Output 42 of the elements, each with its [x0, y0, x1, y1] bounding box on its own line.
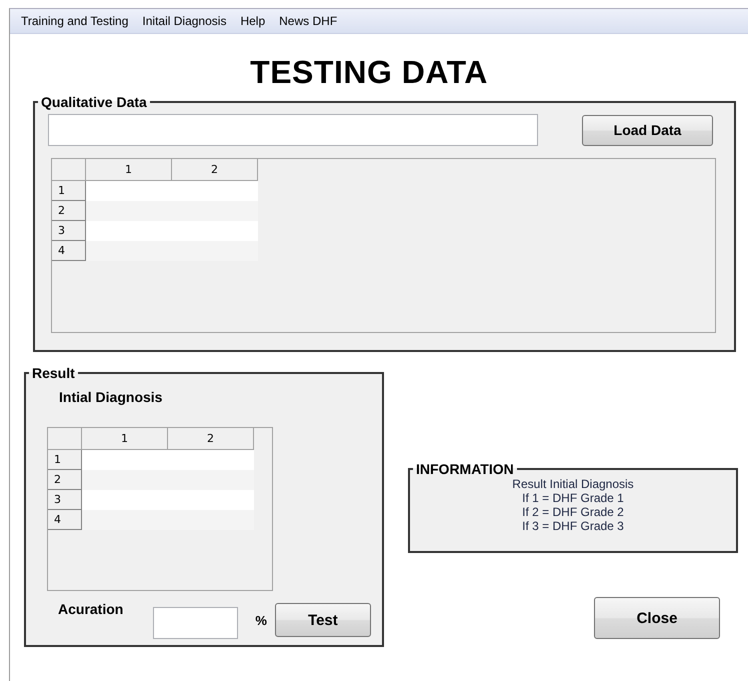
row-header: 2: [48, 470, 82, 490]
row-header: 3: [48, 490, 82, 510]
row-header: 1: [52, 181, 86, 201]
table-cell[interactable]: [82, 510, 168, 530]
table-cell[interactable]: [82, 470, 168, 490]
accuracy-label: Acuration: [58, 601, 124, 617]
table-cell[interactable]: [86, 221, 172, 241]
table-cell[interactable]: [82, 450, 168, 470]
menu-item[interactable]: News DHF: [272, 14, 344, 28]
load-data-button[interactable]: Load Data: [582, 114, 713, 146]
column-header: 1: [82, 428, 168, 450]
table-cell[interactable]: [82, 490, 168, 510]
menu-item[interactable]: Initail Diagnosis: [135, 14, 234, 28]
column-header: 2: [168, 428, 254, 450]
row-header: 2: [52, 201, 86, 221]
row-header: 4: [48, 510, 82, 530]
info-text: If 2 = DHF Grade 2: [522, 505, 624, 519]
column-header: 1: [86, 159, 172, 181]
panel-title: Result: [31, 365, 76, 381]
panel-title: Qualitative Data: [40, 94, 148, 110]
table-cell[interactable]: [172, 181, 258, 201]
table-cell[interactable]: [168, 450, 254, 470]
close-button[interactable]: Close: [594, 597, 720, 639]
table-cell[interactable]: [86, 241, 172, 261]
file-field[interactable]: [48, 114, 538, 146]
test-button[interactable]: Test: [274, 603, 371, 637]
accuracy-field[interactable]: [153, 607, 238, 639]
menu-item[interactable]: Help: [233, 14, 272, 28]
row-header: 1: [48, 450, 82, 470]
panel-title: INFORMATION: [415, 461, 515, 477]
menu-item[interactable]: Training and Testing: [14, 14, 136, 28]
column-header: 2: [172, 159, 258, 181]
table-cell[interactable]: [86, 201, 172, 221]
info-text: If 3 = DHF Grade 3: [522, 519, 624, 533]
percent-label: %: [255, 612, 267, 628]
row-header: 3: [52, 221, 86, 241]
row-header: 4: [52, 241, 86, 261]
table-cell[interactable]: [86, 181, 172, 201]
info-text: Result Initial Diagnosis: [512, 477, 634, 491]
page-title: TESTING DATA: [249, 54, 489, 90]
info-text: If 1 = DHF Grade 1: [522, 491, 624, 505]
section-title: Intial Diagnosis: [59, 389, 164, 405]
